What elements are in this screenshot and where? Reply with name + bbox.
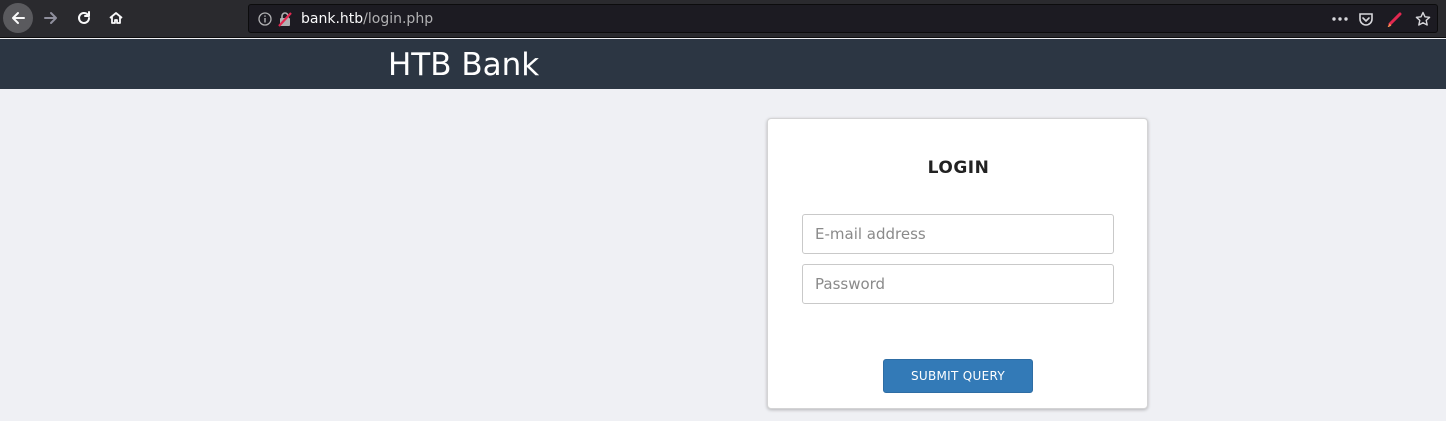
site-title: HTB Bank bbox=[388, 47, 540, 83]
url-path: /login.php bbox=[363, 11, 434, 27]
url-text[interactable]: bank.htb/login.php bbox=[301, 11, 433, 27]
submit-button[interactable]: SUBMIT QUERY bbox=[883, 359, 1033, 393]
insecure-lock-icon[interactable] bbox=[278, 11, 292, 27]
url-host: bank.htb bbox=[301, 11, 364, 27]
pen-icon bbox=[1387, 12, 1402, 27]
home-icon bbox=[109, 12, 123, 24]
login-title: LOGIN bbox=[927, 158, 990, 178]
login-card: LOGIN SUBMIT QUERY bbox=[767, 118, 1148, 409]
forward-arrow-icon bbox=[44, 12, 57, 24]
site-header: HTB Bank bbox=[0, 39, 1446, 89]
extension-button[interactable] bbox=[1386, 11, 1404, 27]
home-button[interactable] bbox=[101, 3, 131, 33]
reload-button[interactable] bbox=[69, 3, 99, 33]
password-field[interactable] bbox=[802, 264, 1114, 304]
more-icon bbox=[1332, 17, 1348, 21]
info-icon[interactable] bbox=[258, 12, 272, 26]
email-field[interactable] bbox=[802, 214, 1114, 254]
page-actions-button[interactable] bbox=[1331, 11, 1349, 27]
browser-toolbar: bank.htb/login.php bbox=[0, 0, 1446, 38]
bookmark-button[interactable] bbox=[1414, 11, 1432, 27]
pocket-button[interactable] bbox=[1357, 11, 1375, 27]
pocket-icon bbox=[1359, 12, 1373, 26]
reload-icon bbox=[78, 11, 90, 24]
star-icon bbox=[1415, 11, 1431, 26]
url-bar[interactable]: bank.htb/login.php bbox=[248, 4, 1438, 33]
back-button[interactable] bbox=[3, 3, 33, 33]
back-arrow-icon bbox=[12, 12, 25, 24]
forward-button[interactable] bbox=[36, 3, 66, 33]
